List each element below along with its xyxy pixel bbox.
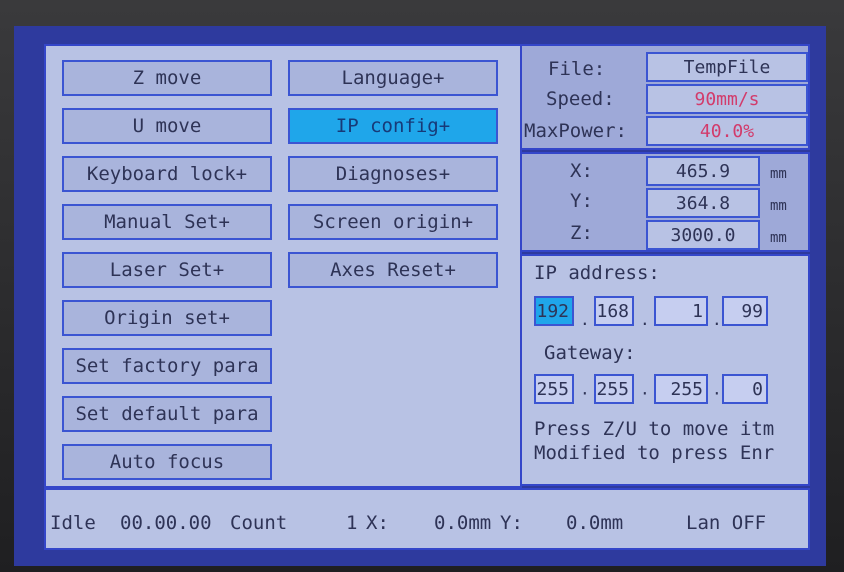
gateway-octet-4[interactable]: 0 bbox=[722, 374, 768, 404]
ip-address-label: IP address: bbox=[534, 262, 660, 284]
status-state: Idle bbox=[50, 512, 96, 534]
file-value: TempFile bbox=[646, 52, 808, 82]
menu-manual-set[interactable]: Manual Set+ bbox=[62, 204, 272, 240]
max-power-value: 40.0% bbox=[646, 116, 808, 146]
menu-set-factory-para[interactable]: Set factory para bbox=[62, 348, 272, 384]
menu-auto-focus[interactable]: Auto focus bbox=[62, 444, 272, 480]
x-axis-unit: mm bbox=[770, 166, 787, 182]
y-axis-label: Y: bbox=[570, 190, 593, 212]
menu-set-default-para[interactable]: Set default para bbox=[62, 396, 272, 432]
gateway-dot: · bbox=[580, 384, 590, 403]
help-line-2: Modified to press Enr bbox=[534, 442, 775, 464]
ip-dot: . bbox=[712, 310, 722, 329]
gateway-octet-1[interactable]: 255 bbox=[534, 374, 574, 404]
ip-octet-2[interactable]: 168 bbox=[594, 296, 634, 326]
gateway-octet-2[interactable]: 255 bbox=[594, 374, 634, 404]
ip-dot: . bbox=[580, 310, 590, 329]
menu-laser-set[interactable]: Laser Set+ bbox=[62, 252, 272, 288]
gateway-dot: · bbox=[640, 384, 650, 403]
gateway-dot: · bbox=[712, 384, 722, 403]
x-axis-label: X: bbox=[570, 160, 593, 182]
gateway-octet-3[interactable]: 255 bbox=[654, 374, 708, 404]
status-x-label: X: bbox=[366, 512, 389, 534]
y-axis-value: 364.8 bbox=[646, 188, 760, 218]
speed-value: 90mm/s bbox=[646, 84, 808, 114]
status-count-value: 1 bbox=[346, 512, 358, 534]
status-y-label: Y: bbox=[500, 512, 523, 534]
status-lan: Lan OFF bbox=[686, 512, 767, 534]
status-bar: Idle 00.00.00 Count 1 X: 0.0mm Y: 0.0mm … bbox=[44, 488, 810, 550]
max-power-label: MaxPower: bbox=[524, 120, 627, 142]
y-axis-unit: mm bbox=[770, 198, 787, 214]
menu-z-move[interactable]: Z move bbox=[62, 60, 272, 96]
menu-language[interactable]: Language+ bbox=[288, 60, 498, 96]
menu-diagnoses[interactable]: Diagnoses+ bbox=[288, 156, 498, 192]
status-x-value: 0.0mm bbox=[434, 512, 492, 534]
z-axis-value: 3000.0 bbox=[646, 220, 760, 250]
menu-axes-reset[interactable]: Axes Reset+ bbox=[288, 252, 498, 288]
status-count-label: Count bbox=[230, 512, 288, 534]
status-time: 00.00.00 bbox=[120, 512, 212, 534]
menu-screen-origin[interactable]: Screen origin+ bbox=[288, 204, 498, 240]
menu-keyboard-lock[interactable]: Keyboard lock+ bbox=[62, 156, 272, 192]
menu-origin-set[interactable]: Origin set+ bbox=[62, 300, 272, 336]
z-axis-unit: mm bbox=[770, 230, 787, 246]
menu-u-move[interactable]: U move bbox=[62, 108, 272, 144]
speed-label: Speed: bbox=[546, 88, 615, 110]
ip-octet-1[interactable]: 192 bbox=[534, 296, 574, 326]
ip-octet-4[interactable]: 99 bbox=[722, 296, 768, 326]
x-axis-value: 465.9 bbox=[646, 156, 760, 186]
status-y-value: 0.0mm bbox=[566, 512, 624, 534]
ip-dot: . bbox=[640, 310, 650, 329]
z-axis-label: Z: bbox=[570, 222, 593, 244]
menu-ip-config[interactable]: IP config+ bbox=[288, 108, 498, 144]
gateway-label: Gateway: bbox=[544, 342, 636, 364]
file-label: File: bbox=[548, 58, 606, 80]
help-line-1: Press Z/U to move itm bbox=[534, 418, 775, 440]
ip-octet-3[interactable]: 1 bbox=[654, 296, 708, 326]
